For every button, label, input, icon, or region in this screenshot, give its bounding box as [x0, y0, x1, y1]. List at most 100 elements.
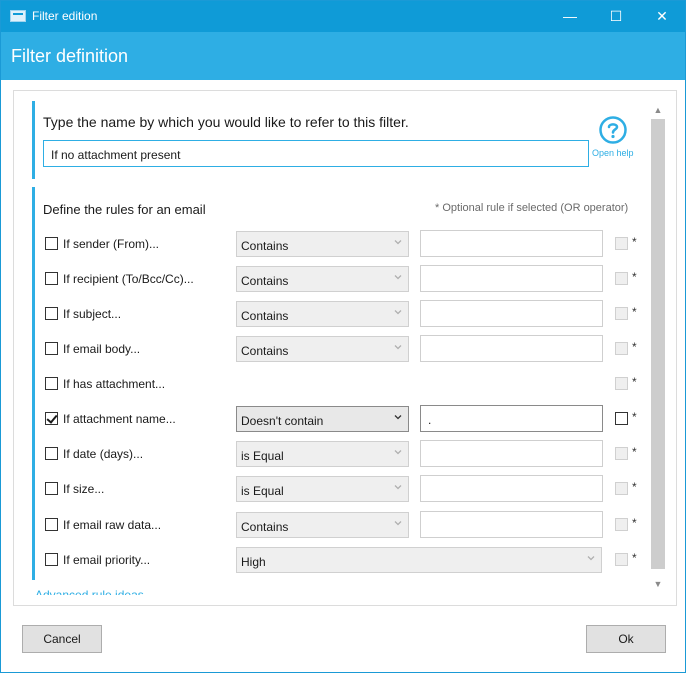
rule-row-recipient: If recipient (To/Bcc/Cc)... Contains * [14, 265, 654, 293]
optional-checkbox-subject[interactable] [615, 307, 628, 320]
chevron-down-icon [394, 415, 402, 420]
dialog-header: Filter definition [1, 32, 685, 80]
operator-select-sender[interactable]: Contains [236, 231, 409, 257]
operator-value: is Equal [241, 484, 284, 498]
optional-star: * [632, 305, 637, 319]
rule-row-subject: If subject... Contains * [14, 300, 654, 328]
window-title: Filter edition [32, 9, 98, 23]
chevron-down-icon [394, 485, 402, 490]
optional-star: * [632, 235, 637, 249]
optional-checkbox-attachment-name[interactable] [615, 412, 628, 425]
maximize-icon: ☐ [609, 8, 623, 24]
rule-value-input-raw-data[interactable] [420, 511, 603, 538]
filter-name-input[interactable]: If no attachment present [43, 140, 589, 167]
rule-value-input-attachment-name[interactable]: . [420, 405, 603, 432]
close-icon: ✕ [656, 8, 668, 24]
operator-select-recipient[interactable]: Contains [236, 266, 409, 292]
chevron-down-icon [394, 240, 402, 245]
optional-star: * [632, 551, 637, 565]
operator-value: is Equal [241, 449, 284, 463]
chevron-down-icon [394, 310, 402, 315]
rule-value-input-sender[interactable] [420, 230, 603, 257]
rule-checkbox-email-body[interactable] [45, 342, 58, 355]
operator-value: High [241, 555, 266, 569]
optional-checkbox-recipient[interactable] [615, 272, 628, 285]
rule-value-input-size[interactable] [420, 475, 603, 502]
chevron-down-icon [394, 275, 402, 280]
close-button[interactable]: ✕ [639, 1, 685, 32]
maximize-button[interactable]: ☐ [593, 1, 639, 32]
optional-checkbox-date[interactable] [615, 447, 628, 460]
rule-value-input-date[interactable] [420, 440, 603, 467]
optional-star: * [632, 410, 637, 424]
operator-value: Contains [241, 520, 289, 534]
operator-select-date[interactable]: is Equal [236, 441, 409, 467]
rule-label-date: If date (days)... [63, 447, 144, 461]
rule-row-email-body: If email body... Contains * [14, 335, 654, 363]
optional-checkbox-size[interactable] [615, 482, 628, 495]
rule-row-date: If date (days)... is Equal * [14, 440, 654, 468]
optional-star: * [632, 516, 637, 530]
rule-checkbox-recipient[interactable] [45, 272, 58, 285]
open-help-link[interactable]: Open help [592, 148, 634, 158]
rule-label-email-body: If email body... [63, 342, 141, 356]
scroll-up-icon[interactable]: ▲ [650, 101, 666, 119]
name-section-bar [32, 101, 35, 179]
rule-value-input-recipient[interactable] [420, 265, 603, 292]
chevron-down-icon [394, 521, 402, 526]
operator-select-raw-data[interactable]: Contains [236, 512, 409, 538]
ok-button[interactable]: Ok [586, 625, 666, 653]
rule-label-subject: If subject... [63, 307, 122, 321]
rule-label-raw-data: If email raw data... [63, 518, 162, 532]
rule-row-size: If size... is Equal * [14, 475, 654, 503]
vertical-scrollbar[interactable]: ▲ ▼ [650, 101, 666, 595]
operator-value: Contains [241, 239, 289, 253]
optional-checkbox-sender[interactable] [615, 237, 628, 250]
rule-checkbox-subject[interactable] [45, 307, 58, 320]
chevron-down-icon [394, 345, 402, 350]
rule-checkbox-raw-data[interactable] [45, 518, 58, 531]
rule-label-sender: If sender (From)... [63, 237, 160, 251]
rules-title: Define the rules for an email [43, 202, 206, 217]
optional-rule-note: * Optional rule if selected (OR operator… [435, 202, 629, 214]
rule-checkbox-priority[interactable] [45, 553, 58, 566]
rule-label-has-attachment: If has attachment... [63, 377, 166, 391]
rule-row-raw-data: If email raw data... Contains * [14, 511, 654, 539]
rule-row-priority: If email priority... High * [14, 546, 654, 574]
rule-checkbox-attachment-name[interactable] [45, 412, 58, 425]
rule-checkbox-has-attachment[interactable] [45, 377, 58, 390]
optional-star: * [632, 445, 637, 459]
filter-name-label: Type the name by which you would like to… [43, 114, 409, 130]
minimize-button[interactable]: — [547, 1, 593, 32]
rule-value-input-subject[interactable] [420, 300, 603, 327]
rule-checkbox-size[interactable] [45, 482, 58, 495]
scrollbar-thumb[interactable] [651, 119, 665, 569]
operator-select-priority[interactable]: High [236, 547, 602, 573]
cancel-button[interactable]: Cancel [22, 625, 102, 653]
scroll-down-icon[interactable]: ▼ [650, 575, 666, 593]
rule-label-attachment-name: If attachment name... [63, 412, 176, 426]
header-title: Filter definition [11, 46, 129, 66]
app-window-icon [10, 10, 26, 22]
chevron-down-icon [587, 556, 595, 561]
rule-checkbox-date[interactable] [45, 447, 58, 460]
operator-select-size[interactable]: is Equal [236, 476, 409, 502]
optional-star: * [632, 375, 637, 389]
rule-checkbox-sender[interactable] [45, 237, 58, 250]
rule-value-input-email-body[interactable] [420, 335, 603, 362]
optional-checkbox-raw-data[interactable] [615, 518, 628, 531]
operator-value: Contains [241, 309, 289, 323]
advanced-rules-link[interactable]: Advanced rule ideas... [35, 588, 154, 595]
operator-select-attachment-name[interactable]: Doesn't contain [236, 406, 409, 432]
rule-label-size: If size... [63, 482, 105, 496]
optional-checkbox-email-body[interactable] [615, 342, 628, 355]
operator-select-subject[interactable]: Contains [236, 301, 409, 327]
filter-edition-window: Filter edition — ☐ ✕ Filter definition T… [0, 0, 686, 673]
title-bar[interactable]: Filter edition — ☐ ✕ [1, 1, 685, 32]
filter-panel: Type the name by which you would like to… [13, 90, 677, 606]
operator-select-email-body[interactable]: Contains [236, 336, 409, 362]
question-circle-icon[interactable] [599, 116, 627, 144]
optional-checkbox-has-attachment[interactable] [615, 377, 628, 390]
optional-checkbox-priority[interactable] [615, 553, 628, 566]
optional-star: * [632, 480, 637, 494]
